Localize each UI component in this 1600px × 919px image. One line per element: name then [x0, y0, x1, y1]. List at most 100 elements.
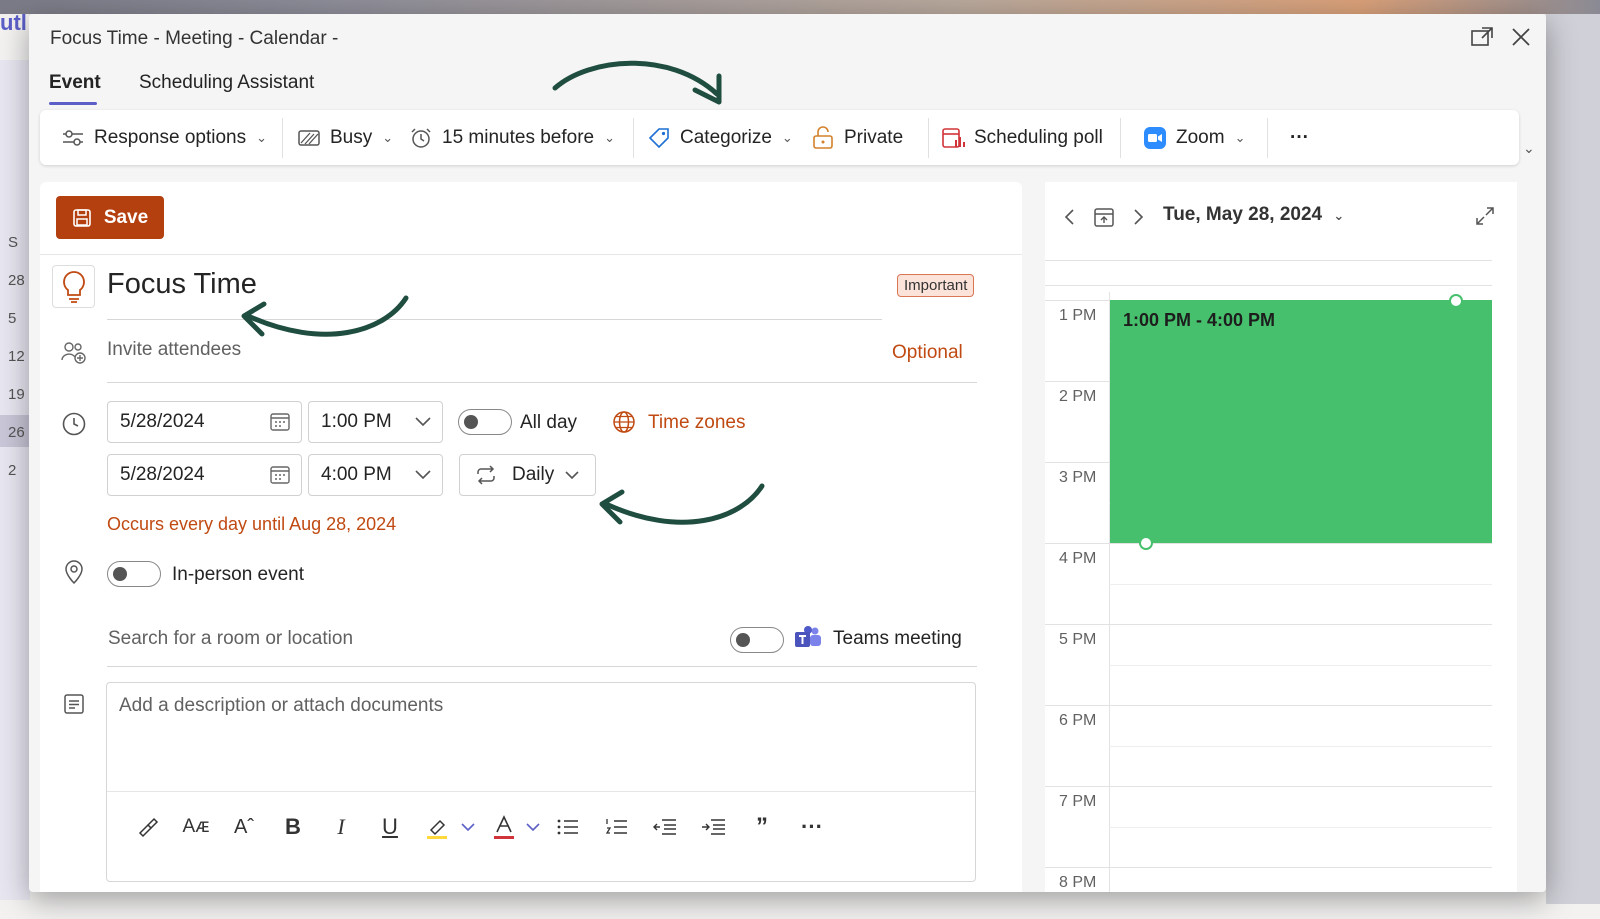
start-time-field[interactable]: 1:00 PM	[308, 401, 443, 443]
chevron-down-icon: ⌄	[1333, 208, 1345, 223]
event-form: Save Focus Time Important Invite attende…	[40, 182, 1022, 892]
hour-row	[1045, 786, 1492, 787]
bullet-list-icon[interactable]	[553, 812, 583, 842]
calendar-icon[interactable]	[269, 464, 291, 492]
end-date-field[interactable]: 5/28/2024	[107, 454, 302, 496]
font-color-icon[interactable]	[489, 812, 519, 842]
font-size-icon[interactable]: Aˆ	[229, 812, 259, 842]
reminder-button[interactable]: 15 minutes before ⌄	[408, 110, 615, 165]
quote-icon[interactable]: ”	[747, 812, 777, 842]
response-options-button[interactable]: Response options ⌄	[60, 110, 267, 165]
zoom-button[interactable]: Zoom ⌄	[1142, 110, 1245, 165]
toggle-knob	[464, 415, 478, 429]
hour-row	[1045, 543, 1492, 544]
tag-icon	[646, 125, 672, 151]
background-top-bar	[0, 0, 1600, 14]
event-title-input[interactable]: Focus Time	[107, 268, 257, 301]
all-day-toggle[interactable]	[458, 409, 512, 435]
increase-indent-icon[interactable]	[699, 812, 729, 842]
invite-attendees-input[interactable]: Invite attendees	[107, 339, 241, 361]
next-day-icon[interactable]	[1131, 208, 1145, 231]
end-time-value: 4:00 PM	[321, 464, 392, 485]
more-formatting-icon[interactable]: ···	[797, 812, 827, 842]
hour-label: 7 PM	[1059, 793, 1097, 810]
go-to-today-icon[interactable]	[1093, 206, 1115, 233]
calendar-icon[interactable]	[269, 411, 291, 439]
hour-label: 5 PM	[1059, 631, 1097, 648]
chevron-down-icon: ⌄	[382, 129, 394, 145]
underline-icon[interactable]: U	[375, 812, 405, 842]
private-button[interactable]: Private	[810, 110, 903, 165]
title-bar: Focus Time - Meeting - Calendar -	[29, 14, 1546, 64]
previous-day-icon[interactable]	[1063, 208, 1077, 231]
chevron-down-icon	[414, 464, 432, 490]
repeat-icon	[474, 465, 498, 485]
poll-icon	[940, 125, 966, 151]
in-person-toggle[interactable]	[107, 561, 161, 587]
ribbon-divider	[282, 118, 283, 158]
globe-icon[interactable]	[608, 406, 640, 438]
chevron-down-icon: ⌄	[1234, 129, 1246, 145]
description-editor[interactable]: Add a description or attach documents Aᴁ…	[106, 682, 976, 882]
hour-row	[1045, 705, 1492, 706]
resize-handle-top[interactable]	[1449, 294, 1463, 308]
tab-scheduling-assistant[interactable]: Scheduling Assistant	[139, 72, 314, 94]
start-date-field[interactable]: 5/28/2024	[107, 401, 302, 443]
expand-icon[interactable]	[1475, 206, 1495, 231]
ribbon-expand-chevron-icon[interactable]: ⌄	[1523, 140, 1535, 157]
category-badge[interactable]: Important	[897, 274, 975, 297]
ribbon-divider	[1267, 118, 1268, 158]
half-hour-line	[1109, 665, 1492, 666]
private-label: Private	[844, 126, 904, 148]
notes-icon	[58, 688, 90, 720]
busy-status-button[interactable]: Busy ⌄	[296, 110, 393, 165]
bold-icon[interactable]: B	[278, 812, 308, 842]
scheduling-poll-button[interactable]: Scheduling poll	[940, 110, 1103, 165]
grid-line	[1045, 260, 1492, 261]
categorize-button[interactable]: Categorize ⌄	[646, 110, 793, 165]
teams-icon	[792, 622, 824, 654]
italic-icon[interactable]: I	[326, 812, 356, 842]
recurrence-summary: Occurs every day until Aug 28, 2024	[107, 514, 397, 534]
event-preview-block[interactable]: 1:00 PM - 4:00 PM	[1110, 300, 1492, 543]
highlight-icon[interactable]	[423, 812, 453, 842]
save-button[interactable]: Save	[56, 196, 164, 239]
numbered-list-icon[interactable]	[602, 812, 632, 842]
format-painter-icon[interactable]	[133, 812, 163, 842]
resize-handle-bottom[interactable]	[1139, 536, 1153, 550]
lock-icon	[810, 125, 836, 151]
response-options-label: Response options	[94, 126, 247, 148]
time-zones-link[interactable]: Time zones	[648, 412, 746, 434]
calendar-date-picker[interactable]: Tue, May 28, 2024 ⌄	[1163, 204, 1344, 226]
popout-icon[interactable]	[1469, 26, 1495, 52]
start-time-value: 1:00 PM	[321, 411, 392, 432]
hour-label: 3 PM	[1059, 469, 1097, 486]
teams-meeting-label: Teams meeting	[833, 628, 962, 649]
font-icon[interactable]: Aᴁ	[181, 812, 211, 842]
teams-meeting-toggle[interactable]	[730, 627, 784, 653]
add-people-icon	[58, 336, 90, 368]
formatting-toolbar: Aᴁ Aˆ B I U ” ···	[107, 791, 975, 861]
chevron-down-icon[interactable]	[453, 812, 483, 842]
location-search-input[interactable]: Search for a room or location	[108, 628, 353, 650]
tab-event[interactable]: Event	[49, 72, 101, 94]
recurrence-dropdown[interactable]: Daily	[459, 454, 596, 496]
hour-label: 8 PM	[1059, 874, 1097, 891]
chevron-down-icon[interactable]	[518, 812, 548, 842]
background-mini-calendar: S 28 5 12 19 26 2	[0, 60, 30, 900]
hour-row	[1045, 624, 1492, 625]
more-options-button[interactable]: ···	[1290, 110, 1309, 165]
close-icon[interactable]	[1508, 26, 1534, 52]
categorize-label: Categorize	[680, 126, 772, 148]
event-icon-picker[interactable]	[52, 265, 95, 308]
decrease-indent-icon[interactable]	[650, 812, 680, 842]
hour-row	[1045, 867, 1492, 868]
in-person-label: In-person event	[172, 564, 305, 585]
start-date-value: 5/28/2024	[120, 411, 205, 432]
zoom-icon	[1142, 125, 1168, 151]
mini-cal-day: 5	[8, 310, 17, 327]
end-time-field[interactable]: 4:00 PM	[308, 454, 443, 496]
optional-attendees-link[interactable]: Optional	[892, 342, 963, 364]
save-icon	[73, 208, 91, 227]
location-pin-icon	[58, 556, 90, 588]
